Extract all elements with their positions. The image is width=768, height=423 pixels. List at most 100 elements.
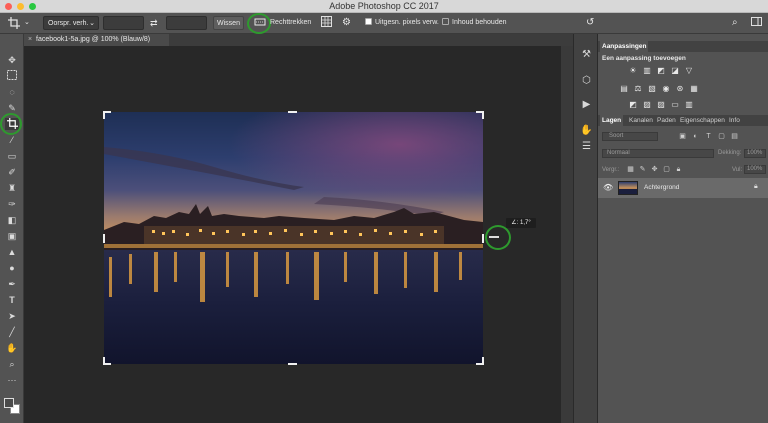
tab-layers[interactable]: Lagen [600,115,624,126]
lasso-tool-icon[interactable]: ◌ [5,86,19,98]
tab-info[interactable]: Info [727,115,742,126]
filter-smart-object-icon[interactable]: ▤ [730,132,739,141]
exposure-icon[interactable]: ◪ [670,66,680,75]
lock-transparency-icon[interactable]: ▦ [626,165,635,174]
invert-icon[interactable]: ◩ [628,100,638,109]
blend-mode-select[interactable]: Normaal [602,149,714,158]
3d-cube-icon[interactable]: ⬡ [580,74,593,87]
color-lookup-icon[interactable]: ▦ [689,84,699,93]
crop-tool-icon[interactable] [8,17,20,29]
line-tool-icon[interactable]: ╱ [5,326,19,338]
swap-dimensions-icon[interactable]: ⇄ [150,16,160,30]
path-selection-tool-icon[interactable]: ➤ [5,310,19,322]
fill-input[interactable]: 100% [744,165,766,174]
brightness-contrast-icon[interactable]: ☀ [628,66,638,75]
zoom-tool-icon[interactable]: ⌕ [5,358,19,370]
move-tool-icon[interactable]: ✥ [5,54,19,66]
lock-label: Vergr.: [602,167,620,173]
crop-handle-bottom-left[interactable] [103,357,111,365]
play-actions-icon[interactable]: ▶ [580,98,593,111]
tab-paths[interactable]: Paden [655,115,678,126]
channel-mixer-icon[interactable]: ⊛ [675,84,685,93]
threshold-icon[interactable]: ▨ [656,100,666,109]
blur-tool-icon[interactable]: ▲ [5,246,19,258]
history-brush-tool-icon[interactable]: ✑ [5,198,19,210]
brush-settings-icon[interactable]: ⚒ [580,48,593,61]
width-input[interactable] [103,16,144,30]
vertical-scrollbar[interactable] [561,46,573,423]
healing-brush-tool-icon[interactable]: ▭ [5,150,19,162]
gradient-map-icon[interactable]: ▭ [670,100,680,109]
pen-tool-icon[interactable]: ✒ [5,278,19,290]
close-tab-icon[interactable]: × [28,34,36,46]
height-input[interactable] [166,16,207,30]
crop-handle-top[interactable] [288,111,297,113]
kind-filter-value: Soort [609,133,624,139]
eraser-tool-icon[interactable]: ◧ [5,214,19,226]
curves-icon[interactable]: ◩ [656,66,666,75]
hue-saturation-icon[interactable]: ▤ [619,84,629,93]
posterize-icon[interactable]: ▨ [642,100,652,109]
crop-handle-right[interactable] [482,234,484,243]
sliders-icon[interactable]: ☰ [580,140,593,153]
dodge-tool-icon[interactable]: ● [5,262,19,274]
lock-pixels-icon[interactable]: ✎ [638,165,647,174]
adjustments-tab-bar: Aanpassingen [598,41,768,52]
layer-name: Achtergrond [644,184,680,191]
tab-properties[interactable]: Eigenschappen [678,115,727,126]
crop-handle-top-right[interactable] [476,111,484,119]
crop-handle-bottom[interactable] [288,363,297,365]
search-icon[interactable]: ⌕ [732,16,744,30]
black-white-icon[interactable]: ▧ [647,84,657,93]
reset-icon[interactable]: ↺ [586,16,598,30]
tab-adjustments[interactable]: Aanpassingen [600,41,649,52]
content-aware-checkbox[interactable]: Inhoud behouden [442,16,507,30]
filter-type-icon[interactable]: T [704,132,713,141]
gradient-tool-icon[interactable]: ▣ [5,230,19,242]
more-tools-icon[interactable]: ··· [5,374,19,386]
crop-handle-left[interactable] [103,234,105,243]
adjustments-heading: Een aanpassing toevoegen [602,55,686,62]
levels-icon[interactable]: ▥ [642,66,652,75]
tab-channels[interactable]: Kanalen [627,115,655,126]
lock-position-icon[interactable]: ✥ [650,165,659,174]
straighten-highlight-ring [247,13,271,34]
tool-preset-chevron-icon[interactable]: ⌄ [24,16,32,30]
layer-kind-filter[interactable]: Soort [602,132,658,141]
crop-handle-top-left[interactable] [103,111,111,119]
type-tool-icon[interactable]: T [5,294,19,306]
clone-stamp-tool-icon[interactable]: ♜ [5,182,19,194]
crop-handle-bottom-right[interactable] [476,357,484,365]
clear-button[interactable]: Wissen [213,16,244,30]
visibility-eye-icon[interactable]: 👁︎ [603,183,613,193]
layer-row[interactable]: 👁︎ Achtergrond 🔒︎ [598,178,768,198]
brush-tool-icon[interactable]: ✐ [5,166,19,178]
document-image[interactable] [104,112,483,364]
ratio-select[interactable]: Oorspr. verh. ⌄ [43,16,99,30]
straighten-label[interactable]: Rechttrekken [270,16,314,30]
color-balance-icon[interactable]: ⚖ [633,84,643,93]
delete-cropped-checkbox[interactable]: Uitgesn. pixels verw. [365,16,445,30]
ratio-select-value: Oorspr. verh. [48,20,89,27]
selective-color-icon[interactable]: ▥ [684,100,694,109]
content-aware-label: Inhoud behouden [452,19,507,26]
blend-mode-value: Normaal [607,150,630,156]
hand-tool-icon[interactable]: ✋ [5,342,19,354]
overlay-grid-icon[interactable] [321,16,333,30]
lock-all-icon[interactable]: 🔒︎ [674,165,683,174]
opacity-input[interactable]: 100% [744,149,766,158]
crop-settings-gear-icon[interactable]: ⚙ [342,16,354,30]
vibrance-icon[interactable]: ▽ [684,66,694,75]
marquee-tool-icon[interactable] [5,70,19,82]
crop-tool-highlight-ring [0,113,22,135]
eyedropper-tool-icon[interactable]: ⁄ [5,134,19,146]
document-tab[interactable]: × facebook1-5a.jpg @ 100% (Blauw/8) [24,34,169,46]
workspace-icon[interactable] [751,16,763,30]
filter-adjustment-icon[interactable]: ◐ [691,132,700,141]
filter-shape-icon[interactable]: ▢ [717,132,726,141]
photo-filter-icon[interactable]: ◉ [661,84,671,93]
hand-tool-presets-icon[interactable]: ✋ [580,124,593,137]
foreground-color-swatch[interactable] [4,398,14,408]
filter-pixel-icon[interactable]: ▣ [678,132,687,141]
lock-artboard-icon[interactable]: ▢ [662,165,671,174]
